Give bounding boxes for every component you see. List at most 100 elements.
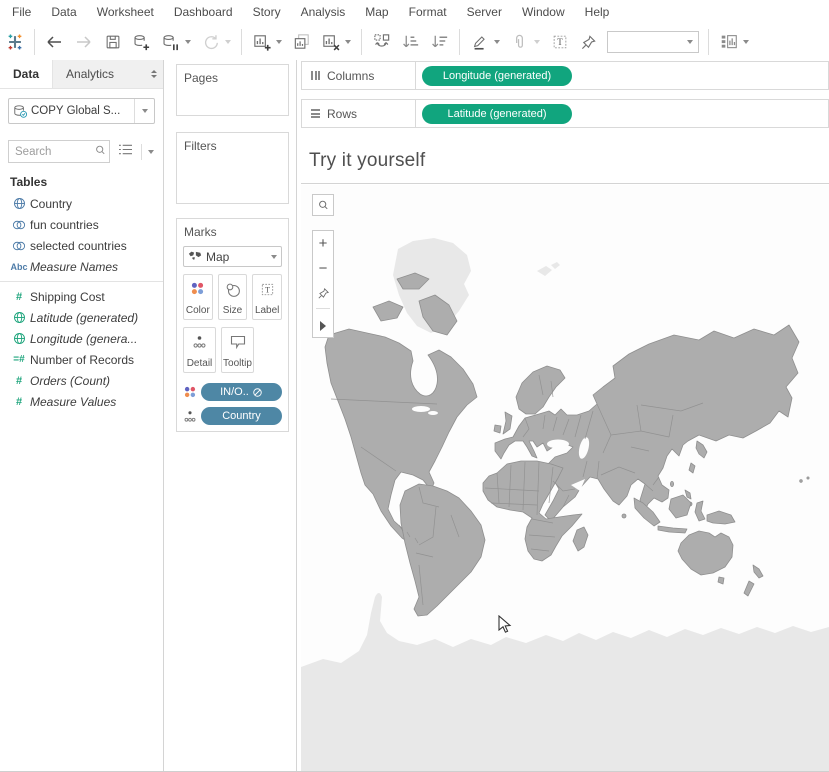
zoom-in-button[interactable]: +: [313, 231, 333, 256]
new-zealand-north: [753, 565, 763, 578]
menu-window[interactable]: Window: [512, 5, 575, 19]
pause-updates-caret-icon[interactable]: [185, 40, 191, 44]
field-country[interactable]: Country: [0, 193, 163, 214]
zoom-out-button[interactable]: −: [313, 256, 333, 281]
menu-worksheet[interactable]: Worksheet: [87, 5, 164, 19]
highlight-icon[interactable]: [465, 28, 494, 56]
mark-type-dropdown[interactable]: Map: [183, 246, 282, 267]
hash-icon: #: [8, 375, 30, 387]
field-latitude-generated[interactable]: Latitude (generated): [0, 307, 163, 328]
save-icon[interactable]: [98, 28, 127, 56]
show-mark-labels-icon[interactable]: T: [545, 28, 574, 56]
pill-latitude-generated[interactable]: Latitude (generated): [422, 104, 572, 124]
ireland: [494, 425, 501, 433]
field-fun-countries[interactable]: fun countries: [0, 214, 163, 235]
world-map[interactable]: [301, 185, 829, 771]
mouse-cursor: [498, 615, 512, 640]
menu-dashboard[interactable]: Dashboard: [164, 5, 243, 19]
field-orders-count[interactable]: # Orders (Count): [0, 370, 163, 391]
pill-country[interactable]: Country: [201, 407, 282, 425]
columns-icon: [311, 71, 320, 80]
rows-label: Rows: [327, 107, 357, 121]
field-measure-values[interactable]: # Measure Values: [0, 391, 163, 412]
field-number-of-records[interactable]: =# Number of Records: [0, 349, 163, 370]
show-me-caret-icon[interactable]: [743, 40, 749, 44]
globe-icon: [8, 311, 30, 324]
rows-shelf[interactable]: Rows Latitude (generated): [301, 99, 829, 128]
marks-card: Marks Map Color Size T Lab: [176, 218, 289, 432]
zoom-expand-button[interactable]: [313, 311, 333, 336]
highlight-caret-icon[interactable]: [494, 40, 500, 44]
filters-shelf[interactable]: Filters: [176, 132, 289, 204]
sort-descending-icon[interactable]: [425, 28, 454, 56]
menu-help[interactable]: Help: [575, 5, 620, 19]
sort-ascending-icon[interactable]: [396, 28, 425, 56]
set-icon: [8, 240, 30, 252]
clear-sheet-caret-icon[interactable]: [345, 40, 351, 44]
columns-label: Columns: [327, 69, 374, 83]
datasource-caret-icon[interactable]: [134, 99, 154, 123]
duplicate-sheet-icon[interactable]: [287, 28, 316, 56]
pill-longitude-generated[interactable]: Longitude (generated): [422, 66, 572, 86]
mark-type-caret-icon: [271, 255, 277, 259]
tab-analytics[interactable]: Analytics: [53, 60, 127, 88]
map-search-button[interactable]: [312, 194, 334, 216]
zoom-home-button[interactable]: [313, 281, 333, 306]
undo-icon[interactable]: [40, 28, 69, 56]
menu-server[interactable]: Server: [457, 5, 512, 19]
redo-icon[interactable]: [69, 28, 98, 56]
fix-axes-icon[interactable]: [574, 28, 603, 56]
south-america: [400, 484, 485, 616]
toolbar: T: [0, 24, 829, 60]
size-circles-icon: [225, 282, 241, 298]
pause-updates-icon[interactable]: [156, 28, 185, 56]
japan-south: [689, 463, 695, 473]
color-button[interactable]: Color: [183, 274, 213, 320]
label-button[interactable]: T Label: [252, 274, 282, 320]
refresh-icon[interactable]: [196, 28, 225, 56]
field-longitude-generated[interactable]: Longitude (genera...: [0, 328, 163, 349]
tooltip-button[interactable]: Tooltip: [221, 327, 254, 373]
group-members-caret-icon[interactable]: [534, 40, 540, 44]
text-label-icon: T: [260, 282, 275, 297]
map-view[interactable]: + −: [301, 185, 829, 771]
fit-selector[interactable]: [607, 31, 699, 53]
tooltip-bubble-icon: [230, 335, 246, 349]
size-button[interactable]: Size: [218, 274, 248, 320]
view-as-list-icon[interactable]: [118, 143, 133, 161]
swap-rows-columns-icon[interactable]: [367, 28, 396, 56]
datasource-selector[interactable]: COPY Global S...: [8, 98, 155, 124]
menu-story[interactable]: Story: [243, 5, 291, 19]
sheet-title: Try it yourself: [301, 150, 425, 172]
field-measure-names[interactable]: Abc Measure Names: [0, 256, 163, 277]
field-shipping-cost[interactable]: # Shipping Cost: [0, 286, 163, 307]
tableau-logo-icon[interactable]: [0, 28, 29, 56]
menu-analysis[interactable]: Analysis: [291, 5, 356, 19]
sheet-title-bar: Try it yourself: [301, 139, 829, 184]
group-members-icon[interactable]: [505, 28, 534, 56]
field-search-row: [8, 140, 159, 163]
pane-collapse-icon[interactable]: [145, 60, 163, 88]
new-datasource-icon[interactable]: [127, 28, 156, 56]
japan-north: [696, 441, 707, 458]
toolbar-separator: [34, 29, 35, 55]
menu-file[interactable]: File: [2, 5, 41, 19]
show-me-icon[interactable]: [714, 28, 743, 56]
view-pane: Columns Longitude (generated) Rows Latit…: [298, 60, 829, 771]
pill-in-out-set[interactable]: IN/O..: [201, 383, 282, 401]
menu-data[interactable]: Data: [41, 5, 86, 19]
field-menu-caret-icon[interactable]: [148, 150, 154, 154]
new-worksheet-icon[interactable]: [247, 28, 276, 56]
detail-button[interactable]: Detail: [183, 327, 216, 373]
columns-shelf[interactable]: Columns Longitude (generated): [301, 61, 829, 90]
field-selected-countries[interactable]: selected countries: [0, 235, 163, 256]
island-speck: [807, 477, 809, 479]
menu-format[interactable]: Format: [399, 5, 457, 19]
pages-shelf[interactable]: Pages: [176, 64, 289, 116]
menu-map[interactable]: Map: [355, 5, 398, 19]
set-badge-icon: [252, 387, 263, 398]
refresh-caret-icon[interactable]: [225, 40, 231, 44]
clear-sheet-icon[interactable]: [316, 28, 345, 56]
new-worksheet-caret-icon[interactable]: [276, 40, 282, 44]
tab-data[interactable]: Data: [0, 60, 53, 88]
